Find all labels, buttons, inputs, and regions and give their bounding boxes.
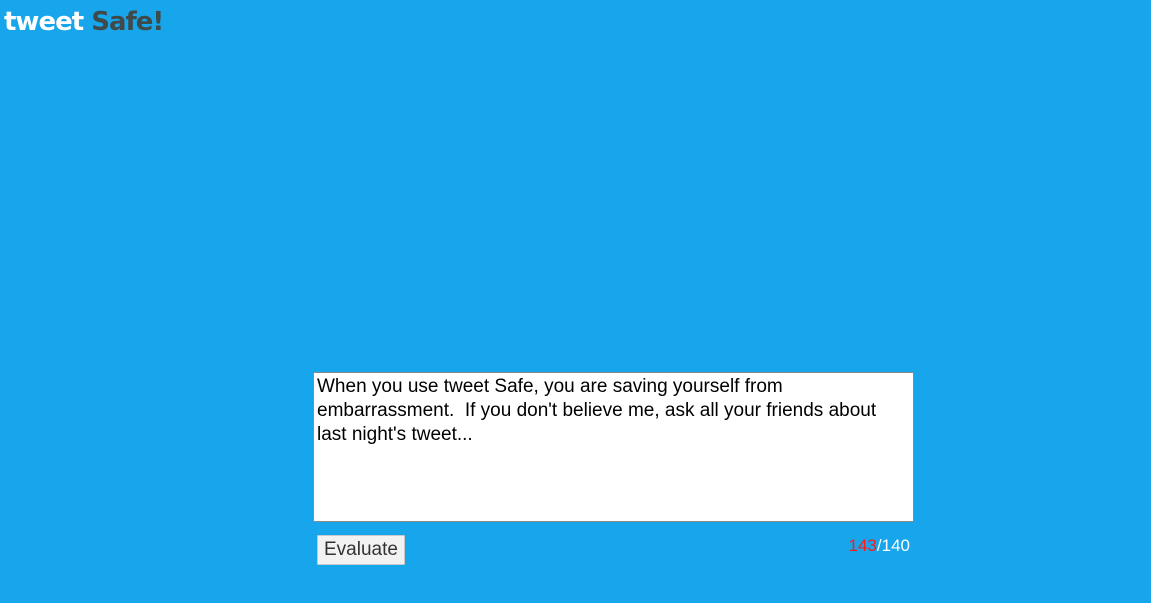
page: tweet Safe! When you use tweet Safe, you… <box>0 0 1151 603</box>
logo-text-safe: Safe! <box>91 7 164 37</box>
evaluate-button[interactable]: Evaluate <box>317 535 405 565</box>
character-count-current: 143 <box>848 536 877 555</box>
app-logo[interactable]: tweet Safe! <box>4 4 164 40</box>
logo-text-tweet: tweet <box>4 7 84 37</box>
character-counter: 143/140 <box>849 536 910 556</box>
tweet-text-input[interactable]: When you use tweet Safe, you are saving … <box>313 372 914 522</box>
composer-actions: Evaluate 143/140 <box>313 526 914 566</box>
character-count-max: 140 <box>881 536 910 555</box>
tweet-composer: When you use tweet Safe, you are saving … <box>313 372 914 566</box>
